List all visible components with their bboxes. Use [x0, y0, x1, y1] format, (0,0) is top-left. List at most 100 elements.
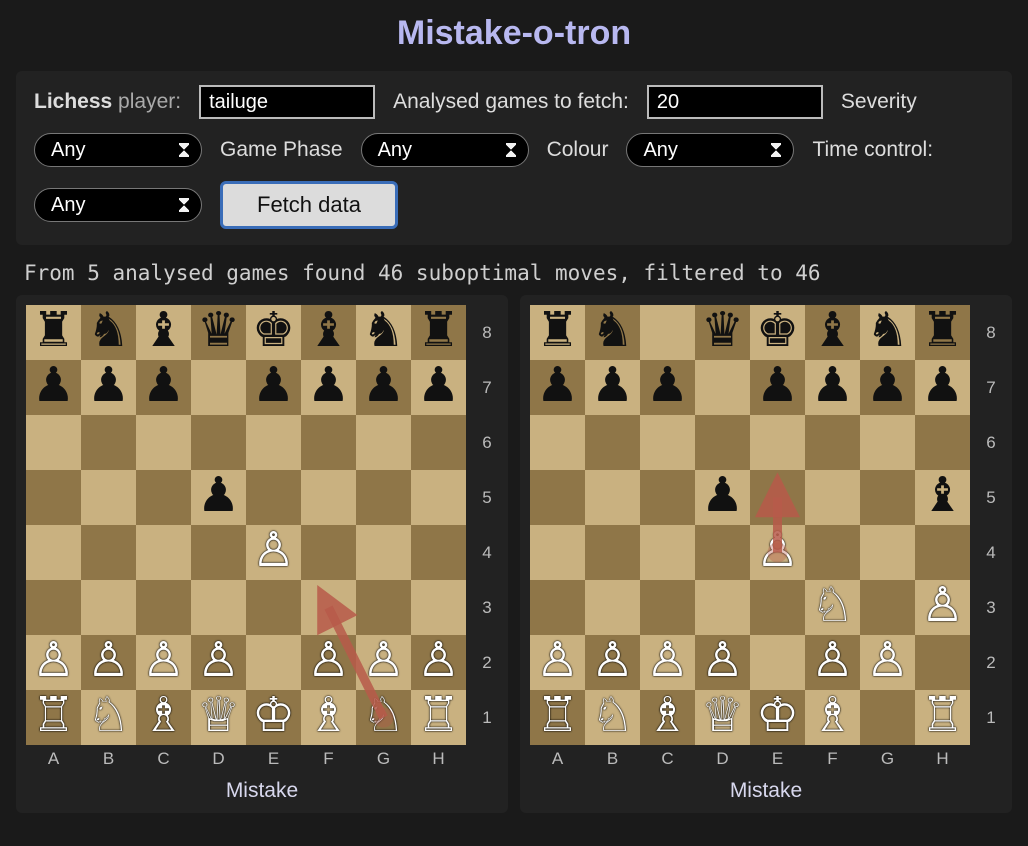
file-label: F: [805, 745, 860, 769]
rank-label: 1: [980, 690, 1002, 745]
tc-select[interactable]: Any: [34, 188, 202, 222]
file-label: D: [695, 745, 750, 769]
fetch-button[interactable]: Fetch data: [220, 181, 398, 229]
piece-wn: ♘: [87, 692, 130, 740]
piece-wk: ♔: [252, 692, 295, 740]
piece-wn: ♘: [591, 692, 634, 740]
piece-wn: ♘: [362, 692, 405, 740]
piece-bn: ♞: [362, 307, 405, 355]
file-label: A: [26, 745, 81, 769]
piece-wp: ♙: [197, 637, 240, 685]
piece-wp: ♙: [591, 637, 634, 685]
piece-wp: ♙: [32, 637, 75, 685]
file-label: F: [301, 745, 356, 769]
rank-label: 4: [476, 525, 498, 580]
page-title: Mistake-o-tron: [0, 0, 1028, 71]
piece-bq: ♛: [701, 307, 744, 355]
piece-bp: ♟: [307, 362, 350, 410]
phase-label: Game Phase: [220, 138, 343, 162]
piece-wp: ♙: [921, 582, 964, 630]
piece-wq: ♕: [701, 692, 744, 740]
piece-bp: ♟: [866, 362, 909, 410]
piece-wp: ♙: [87, 637, 130, 685]
piece-wq: ♕: [197, 692, 240, 740]
severity-select[interactable]: Any: [34, 133, 202, 167]
colour-label: Colour: [547, 138, 609, 162]
file-label: H: [915, 745, 970, 769]
file-label: E: [246, 745, 301, 769]
board-panel-0: ♜♞♝♛♚♝♞♜♟♟♟♟♟♟♟♟♙♙♙♙♙♙♙♙♖♘♗♕♔♗♘♖ 8765432…: [16, 295, 508, 813]
file-label: B: [81, 745, 136, 769]
piece-bp: ♟: [252, 362, 295, 410]
piece-wp: ♙: [646, 637, 689, 685]
piece-wr: ♖: [536, 692, 579, 740]
boards-row: ♜♞♝♛♚♝♞♜♟♟♟♟♟♟♟♟♙♙♙♙♙♙♙♙♖♘♗♕♔♗♘♖ 8765432…: [0, 295, 1028, 813]
rank-label: 6: [476, 415, 498, 470]
rank-label: 6: [980, 415, 1002, 470]
piece-bp: ♟: [362, 362, 405, 410]
piece-wn: ♘: [811, 582, 854, 630]
file-label: G: [860, 745, 915, 769]
rank-label: 7: [476, 360, 498, 415]
games-input[interactable]: [647, 85, 823, 119]
piece-bb: ♝: [811, 307, 854, 355]
piece-wb: ♗: [811, 692, 854, 740]
severity-value: Any: [51, 139, 85, 162]
rank-label: 3: [476, 580, 498, 635]
status-line: From 5 analysed games found 46 suboptima…: [0, 245, 1028, 295]
file-labels-0: ABCDEFGH: [26, 745, 476, 769]
file-label: C: [640, 745, 695, 769]
piece-bp: ♟: [87, 362, 130, 410]
tc-value: Any: [51, 194, 85, 217]
piece-bn: ♞: [866, 307, 909, 355]
piece-bq: ♛: [197, 307, 240, 355]
piece-wr: ♖: [921, 692, 964, 740]
rank-label: 2: [980, 635, 1002, 690]
phase-value: Any: [378, 139, 412, 162]
piece-bn: ♞: [87, 307, 130, 355]
piece-bp: ♟: [32, 362, 75, 410]
phase-select[interactable]: Any: [361, 133, 529, 167]
tc-label: Time control:: [812, 138, 933, 162]
player-label-rest: player:: [112, 90, 181, 113]
piece-wp: ♙: [701, 637, 744, 685]
piece-bp: ♟: [646, 362, 689, 410]
chess-board-1[interactable]: ♜♞♛♚♝♞♜♟♟♟♟♟♟♟♟♝♙♘♙♙♙♙♙♙♙♖♘♗♕♔♗♖: [530, 305, 980, 745]
colour-select[interactable]: Any: [626, 133, 794, 167]
piece-wb: ♗: [646, 692, 689, 740]
rank-label: 1: [476, 690, 498, 745]
file-label: D: [191, 745, 246, 769]
piece-bb: ♝: [307, 307, 350, 355]
piece-bp: ♟: [701, 472, 744, 520]
rank-label: 7: [980, 360, 1002, 415]
rank-label: 8: [980, 305, 1002, 360]
piece-bp: ♟: [417, 362, 460, 410]
piece-bp: ♟: [536, 362, 579, 410]
rank-label: 3: [980, 580, 1002, 635]
piece-br: ♜: [921, 307, 964, 355]
player-input[interactable]: [199, 85, 375, 119]
piece-wp: ♙: [536, 637, 579, 685]
file-label: H: [411, 745, 466, 769]
piece-bk: ♚: [252, 307, 295, 355]
severity-label: Severity: [841, 90, 917, 114]
piece-wr: ♖: [32, 692, 75, 740]
chess-board-0[interactable]: ♜♞♝♛♚♝♞♜♟♟♟♟♟♟♟♟♙♙♙♙♙♙♙♙♖♘♗♕♔♗♘♖: [26, 305, 476, 745]
piece-br: ♜: [32, 307, 75, 355]
games-label: Analysed games to fetch:: [393, 90, 629, 114]
piece-wp: ♙: [417, 637, 460, 685]
player-label: Lichess player:: [34, 90, 181, 114]
rank-labels-0: 87654321: [476, 305, 498, 745]
file-label: G: [356, 745, 411, 769]
piece-wp: ♙: [307, 637, 350, 685]
rank-label: 4: [980, 525, 1002, 580]
piece-bp: ♟: [921, 362, 964, 410]
board-panel-1: ♜♞♛♚♝♞♜♟♟♟♟♟♟♟♟♝♙♘♙♙♙♙♙♙♙♖♘♗♕♔♗♖ 8765432…: [520, 295, 1012, 813]
board-caption-1: Mistake: [530, 769, 1002, 807]
piece-wb: ♗: [142, 692, 185, 740]
piece-wb: ♗: [307, 692, 350, 740]
piece-wp: ♙: [866, 637, 909, 685]
piece-br: ♜: [417, 307, 460, 355]
piece-bp: ♟: [591, 362, 634, 410]
piece-wp: ♙: [252, 527, 295, 575]
